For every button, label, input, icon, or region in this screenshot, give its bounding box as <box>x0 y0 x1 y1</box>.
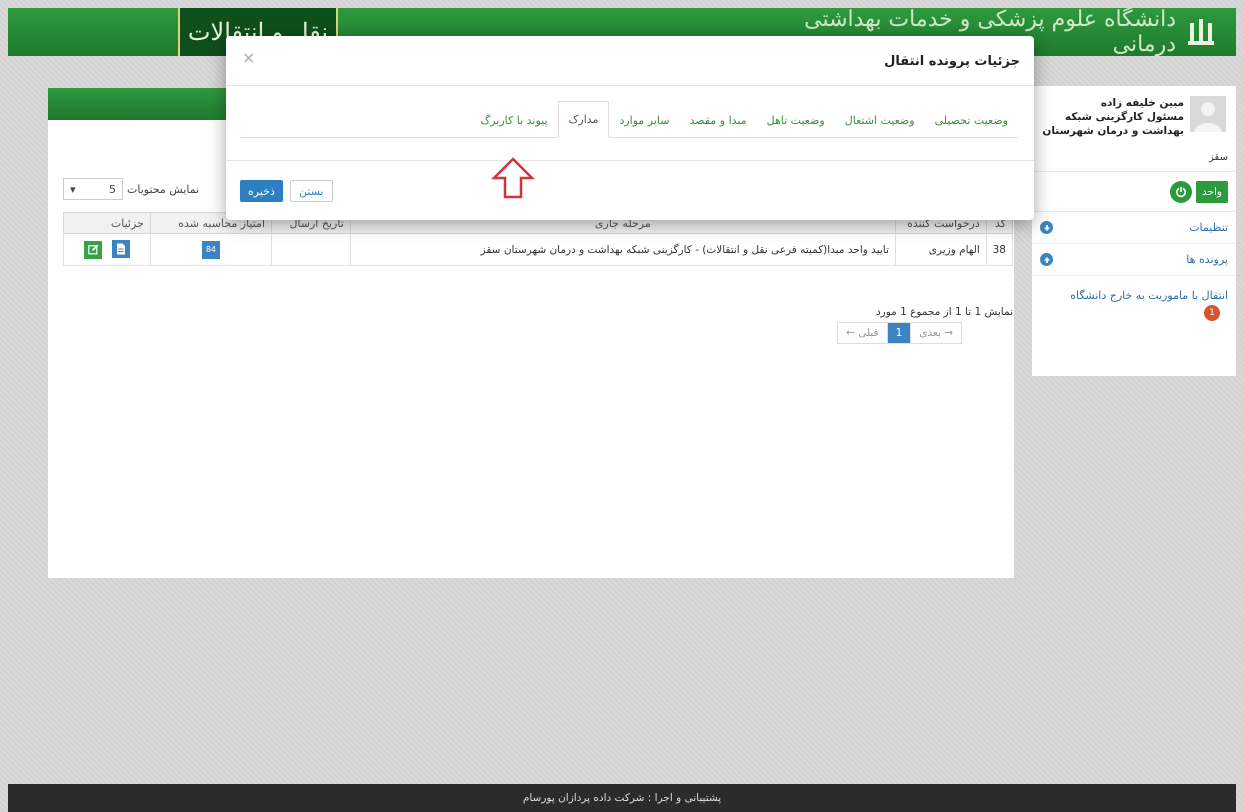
power-icon <box>1176 186 1186 197</box>
pagination-page-current[interactable]: 1 <box>887 323 912 343</box>
modal-footer: ذخیره بستن <box>226 160 1034 220</box>
sidebar-item-files[interactable]: پرونده ها <box>1032 244 1236 276</box>
avatar <box>1190 96 1226 132</box>
table-row: 38 الهام وزیری تایید واحد مبدا(کمیته فرع… <box>63 233 1014 266</box>
view-document-button[interactable] <box>111 240 130 259</box>
sidebar-item-settings[interactable]: تنظیمات <box>1032 212 1236 244</box>
sidebar-tools: واحد <box>1032 172 1236 212</box>
cell-code: 38 <box>985 233 1014 266</box>
tab-education-status[interactable]: وضعیت تحصیلی <box>925 103 1018 137</box>
modal-tabs: وضعیت تحصیلی وضعیت اشتغال وضعیت تاهل مبد… <box>240 100 1018 138</box>
document-icon <box>116 243 125 255</box>
tab-origin-destination[interactable]: مبدا و مقصد <box>680 103 757 137</box>
notification-badge: 1 <box>1204 305 1220 321</box>
tab-employment-status[interactable]: وضعیت اشتغال <box>835 103 925 137</box>
user-role: مسئول کارگزینی شبکه بهداشت و درمان شهرست… <box>1042 111 1184 137</box>
tab-documents[interactable]: مدارک <box>557 101 610 138</box>
pagination-next[interactable]: بعدی → <box>911 323 961 343</box>
sidebar-link-label: انتقال با ماموریت به خارج دانشگاه <box>1070 289 1228 302</box>
user-info: مبین خلیفه زاده مسئول کارگزینی شبکه بهدا… <box>1042 96 1184 161</box>
tab-marital-status[interactable]: وضعیت تاهل <box>757 103 835 137</box>
save-button[interactable]: ذخیره <box>240 180 283 202</box>
cell-requester: الهام وزیری <box>894 233 987 266</box>
pagination: ← قبلی 1 بعدی → <box>837 322 963 344</box>
column-header-details[interactable]: جزئیات <box>63 212 151 234</box>
edit-button[interactable] <box>84 240 103 259</box>
chevron-down-icon: ▾ <box>70 182 76 196</box>
edit-icon <box>87 244 99 255</box>
page-length-label: نمایش محتویات <box>127 182 200 196</box>
page-length-value: 5 <box>109 182 116 196</box>
page-length-select[interactable]: ▾ 5 <box>63 178 123 200</box>
arrow-down-circle-icon <box>1040 221 1053 234</box>
modal-header: جزئیات پرونده انتقال × <box>226 36 1034 86</box>
cancel-button[interactable]: بستن <box>290 180 333 202</box>
requests-table: کد درخواست کننده مرحله جاری تاریخ ارسال … <box>63 212 1014 266</box>
transfer-file-details-modal: جزئیات پرونده انتقال × وضعیت تحصیلی وضعی… <box>226 36 1034 220</box>
close-icon[interactable]: × <box>242 48 255 67</box>
page-length-control: نمایش محتویات ▾ 5 <box>63 178 199 200</box>
sidebar: مبین خلیفه زاده مسئول کارگزینی شبکه بهدا… <box>1032 86 1236 376</box>
cell-actions <box>63 233 151 266</box>
unit-button[interactable]: واحد <box>1196 180 1228 203</box>
arrow-up-circle-icon <box>1040 253 1053 266</box>
cell-stage: تایید واحد مبدا(کمیته فرعی نقل و انتقالا… <box>349 233 896 266</box>
score-badge[interactable]: 84 <box>201 240 220 259</box>
page-footer: پشتیبانی و اجرا : شرکت داده پردازان پورس… <box>8 784 1236 812</box>
sidebar-item-label: تنظیمات <box>1189 221 1228 234</box>
annotation-up-arrow-icon <box>490 157 536 199</box>
sidebar-item-label: پرونده ها <box>1186 253 1228 266</box>
tab-other-items[interactable]: سایر موارد <box>609 103 679 137</box>
modal-title: جزئیات پرونده انتقال <box>884 54 1020 69</box>
pagination-prev[interactable]: ← قبلی <box>838 323 888 343</box>
university-logo-icon <box>1186 15 1216 49</box>
user-silhouette-icon <box>1194 102 1222 132</box>
user-profile: مبین خلیفه زاده مسئول کارگزینی شبکه بهدا… <box>1032 86 1236 172</box>
pagination-info: نمایش 1 تا 1 از مجموع 1 مورد <box>875 306 1013 318</box>
tab-link-to-worksheet[interactable]: پیوند با کاربرگ <box>470 103 557 137</box>
cell-sent-date <box>271 233 351 266</box>
sidebar-link-mission-transfer[interactable]: انتقال با ماموریت به خارج دانشگاه 1 <box>1032 276 1236 325</box>
user-city: سقز <box>1209 152 1228 163</box>
cell-score: 84 <box>149 233 273 266</box>
user-name: مبین خلیفه زاده <box>1100 97 1184 109</box>
logout-button[interactable] <box>1170 180 1192 203</box>
